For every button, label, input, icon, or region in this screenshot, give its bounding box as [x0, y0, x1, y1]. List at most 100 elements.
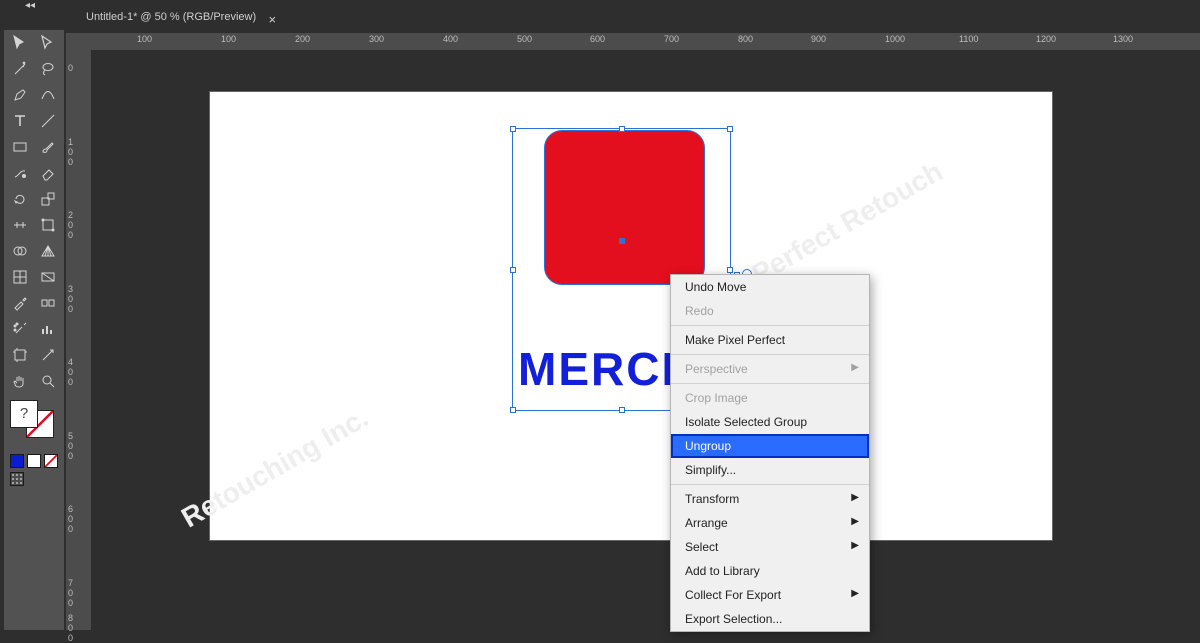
fill-swatch[interactable]: ?: [10, 400, 38, 428]
menu-item-redo: Redo: [671, 299, 869, 323]
eraser-tool[interactable]: [36, 162, 60, 184]
resize-handle[interactable]: [510, 267, 516, 273]
menu-separator: [671, 484, 869, 485]
ruler-tick: 100: [137, 34, 152, 44]
blend-tool[interactable]: [36, 292, 60, 314]
menu-item-collect-for-export[interactable]: Collect For Export▶: [671, 583, 869, 607]
menu-item-export-selection[interactable]: Export Selection...: [671, 607, 869, 631]
ruler-tick: 1300: [1113, 34, 1133, 44]
ruler-tick: 1200: [1036, 34, 1056, 44]
type-tool[interactable]: [8, 110, 32, 132]
menu-item-select[interactable]: Select▶: [671, 535, 869, 559]
menu-separator: [671, 383, 869, 384]
rotate-tool[interactable]: [8, 188, 32, 210]
draw-normal[interactable]: [10, 472, 24, 486]
ruler-tick: 800: [68, 613, 91, 643]
mesh-tool[interactable]: [8, 266, 32, 288]
scale-tool[interactable]: [36, 188, 60, 210]
menu-item-isolate-selected-group[interactable]: Isolate Selected Group: [671, 410, 869, 434]
ruler-tick: 1100: [959, 34, 978, 44]
ruler-tick: 200: [68, 210, 91, 240]
shape-builder-tool[interactable]: [8, 240, 32, 262]
eyedropper-tool[interactable]: [8, 292, 32, 314]
document-tabbar: ◂◂ Untitled-1* @ 50 % (RGB/Preview) ×: [0, 0, 1200, 30]
draw-mode-row: [4, 470, 64, 488]
close-icon[interactable]: ×: [269, 9, 277, 31]
tools-panel: ?: [4, 30, 64, 630]
gradient-tool[interactable]: [36, 266, 60, 288]
submenu-arrow-icon: ▶: [851, 516, 859, 527]
ruler-tick: 300: [68, 284, 91, 314]
direct-selection-tool[interactable]: [36, 32, 60, 54]
ruler-tick: 100: [221, 34, 236, 44]
resize-handle[interactable]: [619, 407, 625, 413]
submenu-arrow-icon: ▶: [851, 540, 859, 551]
slice-tool[interactable]: [36, 344, 60, 366]
menu-item-perspective: Perspective▶: [671, 357, 869, 381]
magic-wand-tool[interactable]: [8, 58, 32, 80]
menu-item-ungroup[interactable]: Ungroup: [671, 434, 869, 458]
context-menu: Undo MoveRedo Make Pixel Perfect Perspecti…: [670, 274, 870, 632]
resize-handle[interactable]: [510, 407, 516, 413]
menu-item-transform[interactable]: Transform▶: [671, 487, 869, 511]
ruler-tick: 600: [68, 504, 91, 534]
resize-handle[interactable]: [619, 126, 625, 132]
shaper-tool[interactable]: [8, 162, 32, 184]
width-tool[interactable]: [8, 214, 32, 236]
menu-item-crop-image: Crop Image: [671, 386, 869, 410]
ruler-tick: 900: [811, 34, 826, 44]
color-mode-row: [4, 452, 64, 470]
curvature-tool[interactable]: [36, 84, 60, 106]
menu-item-make-pixel-perfect[interactable]: Make Pixel Perfect: [671, 328, 869, 352]
selection-center-icon: [619, 238, 625, 244]
resize-handle[interactable]: [727, 126, 733, 132]
perspective-grid-tool[interactable]: [36, 240, 60, 262]
ruler-tick: 1000: [885, 34, 905, 44]
rectangle-tool[interactable]: [8, 136, 32, 158]
horizontal-ruler[interactable]: 1001002003004005006007008009001000110012…: [91, 33, 1200, 50]
artboard[interactable]: Perfect Retouch Retouching Inc. MERCH: [210, 92, 1052, 540]
ruler-tick: 100: [68, 137, 91, 167]
watermark-text: Perfect Retouch: [746, 155, 948, 290]
ruler-tick: 400: [68, 357, 91, 387]
panel-collapse-icon[interactable]: ◂◂: [0, 0, 60, 12]
ruler-tick: 200: [295, 34, 310, 44]
free-transform-tool[interactable]: [36, 214, 60, 236]
zoom-tool[interactable]: [36, 370, 60, 392]
document-tab-title: Untitled-1* @ 50 % (RGB/Preview): [86, 11, 256, 23]
ruler-tick: 700: [664, 34, 679, 44]
column-graph-tool[interactable]: [36, 318, 60, 340]
resize-handle[interactable]: [727, 267, 733, 273]
submenu-arrow-icon: ▶: [851, 362, 859, 373]
resize-handle[interactable]: [510, 126, 516, 132]
paintbrush-tool[interactable]: [36, 136, 60, 158]
document-tab[interactable]: Untitled-1* @ 50 % (RGB/Preview) ×: [76, 6, 284, 30]
ruler-tick: 500: [517, 34, 532, 44]
canvas-area[interactable]: Perfect Retouch Retouching Inc. MERCH Un…: [91, 50, 1200, 630]
ruler-tick: 0: [68, 63, 91, 73]
menu-item-simplify[interactable]: Simplify...: [671, 458, 869, 482]
menu-separator: [671, 325, 869, 326]
swatch-none[interactable]: [44, 454, 58, 468]
pen-tool[interactable]: [8, 84, 32, 106]
menu-item-arrange[interactable]: Arrange▶: [671, 511, 869, 535]
lasso-tool[interactable]: [36, 58, 60, 80]
ruler-tick: 500: [68, 431, 91, 461]
selection-tool[interactable]: [8, 32, 32, 54]
swatch-color[interactable]: [10, 454, 24, 468]
ruler-tick: 800: [738, 34, 753, 44]
ruler-tick: 400: [443, 34, 458, 44]
submenu-arrow-icon: ▶: [851, 492, 859, 503]
hand-tool[interactable]: [8, 370, 32, 392]
menu-item-undo-move[interactable]: Undo Move: [671, 275, 869, 299]
symbol-sprayer-tool[interactable]: [8, 318, 32, 340]
line-segment-tool[interactable]: [36, 110, 60, 132]
vertical-ruler[interactable]: 0100200300400500600700800: [66, 33, 91, 630]
swatch-gradient[interactable]: [27, 454, 41, 468]
fill-stroke-indicator[interactable]: ?: [10, 400, 56, 438]
artboard-tool[interactable]: [8, 344, 32, 366]
menu-separator: [671, 354, 869, 355]
menu-item-add-to-library[interactable]: Add to Library: [671, 559, 869, 583]
ruler-tick: 600: [590, 34, 605, 44]
ruler-tick: 700: [68, 578, 91, 608]
